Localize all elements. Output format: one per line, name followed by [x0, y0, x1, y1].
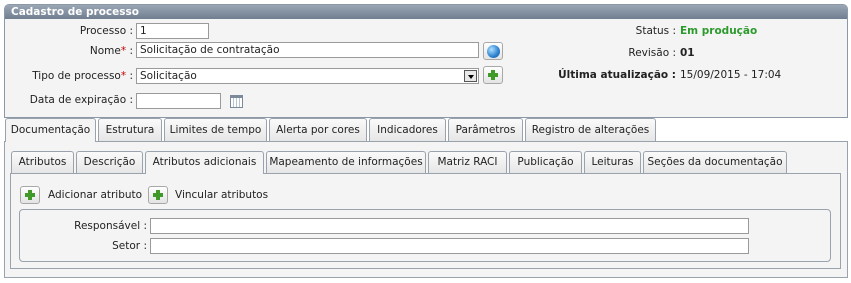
tab-leituras[interactable]: Leituras — [584, 151, 641, 173]
setor-field[interactable] — [150, 238, 749, 254]
tipo-select-value: Solicitação — [140, 70, 197, 82]
responsavel-label: Responsável : — [74, 220, 147, 232]
tab-limites-de-tempo[interactable]: Limites de tempo — [164, 118, 267, 141]
tab-descricao[interactable]: Descrição — [76, 151, 143, 173]
tab-atributos[interactable]: Atributos — [11, 151, 74, 173]
tab-estrutura[interactable]: Estrutura — [98, 118, 162, 141]
tab-mapeamento-de-informacoes[interactable]: Mapeamento de informações — [266, 151, 426, 173]
add-tipo-button[interactable] — [483, 66, 503, 84]
globe-button[interactable] — [483, 42, 503, 60]
add-attribute-button[interactable] — [20, 186, 40, 204]
processo-field[interactable]: 1 — [136, 23, 209, 39]
globe-icon — [487, 45, 500, 58]
panel-title: Cadastro de processo — [5, 5, 847, 19]
link-attributes-icon — [153, 190, 163, 200]
expiracao-field[interactable] — [136, 93, 221, 109]
revisao-label: Revisão : — [628, 47, 676, 59]
link-attributes-label[interactable]: Vincular atributos — [175, 186, 268, 204]
expiracao-label: Data de expiração : — [29, 94, 133, 106]
tab-publicacao[interactable]: Publicação — [509, 151, 582, 173]
tab-registro-de-alteracoes[interactable]: Registro de alterações — [525, 118, 656, 141]
chevron-down-icon[interactable] — [464, 70, 477, 82]
tab-matriz-raci[interactable]: Matriz RACI — [428, 151, 507, 173]
process-form-panel: Cadastro de processo Processo : 1 Nome* … — [4, 4, 848, 118]
revisao-value: 01 — [680, 47, 695, 59]
responsavel-field[interactable] — [150, 218, 749, 234]
tab-secoes-da-documentacao[interactable]: Seções da documentação — [643, 151, 787, 173]
plus-icon — [488, 70, 498, 80]
tab-indicadores[interactable]: Indicadores — [369, 118, 446, 141]
plus-icon — [25, 190, 35, 200]
nome-field[interactable]: Solicitação de contratação — [136, 42, 479, 58]
tab-parametros[interactable]: Parâmetros — [448, 118, 523, 141]
processo-label: Processo : — [79, 25, 133, 37]
atualizacao-value: 15/09/2015 - 17:04 — [680, 69, 782, 81]
tipo-select[interactable]: Solicitação — [136, 68, 479, 84]
atualizacao-label: Última atualização : — [558, 69, 676, 81]
calendar-icon[interactable] — [230, 95, 243, 108]
status-value: Em produção — [680, 25, 758, 37]
tab-alerta-por-cores[interactable]: Alerta por cores — [269, 118, 367, 141]
tab-documentacao[interactable]: Documentação — [5, 118, 96, 142]
attributes-fieldset — [19, 209, 831, 262]
tipo-label: Tipo de processo* : — [32, 70, 133, 82]
status-label: Status : — [635, 25, 676, 37]
add-attribute-label[interactable]: Adicionar atributo — [48, 186, 142, 204]
link-attributes-button[interactable] — [148, 186, 168, 204]
nome-label: Nome* : — [89, 45, 133, 57]
setor-label: Setor : — [112, 240, 147, 252]
tab-atributos-adicionais[interactable]: Atributos adicionais — [145, 151, 264, 174]
